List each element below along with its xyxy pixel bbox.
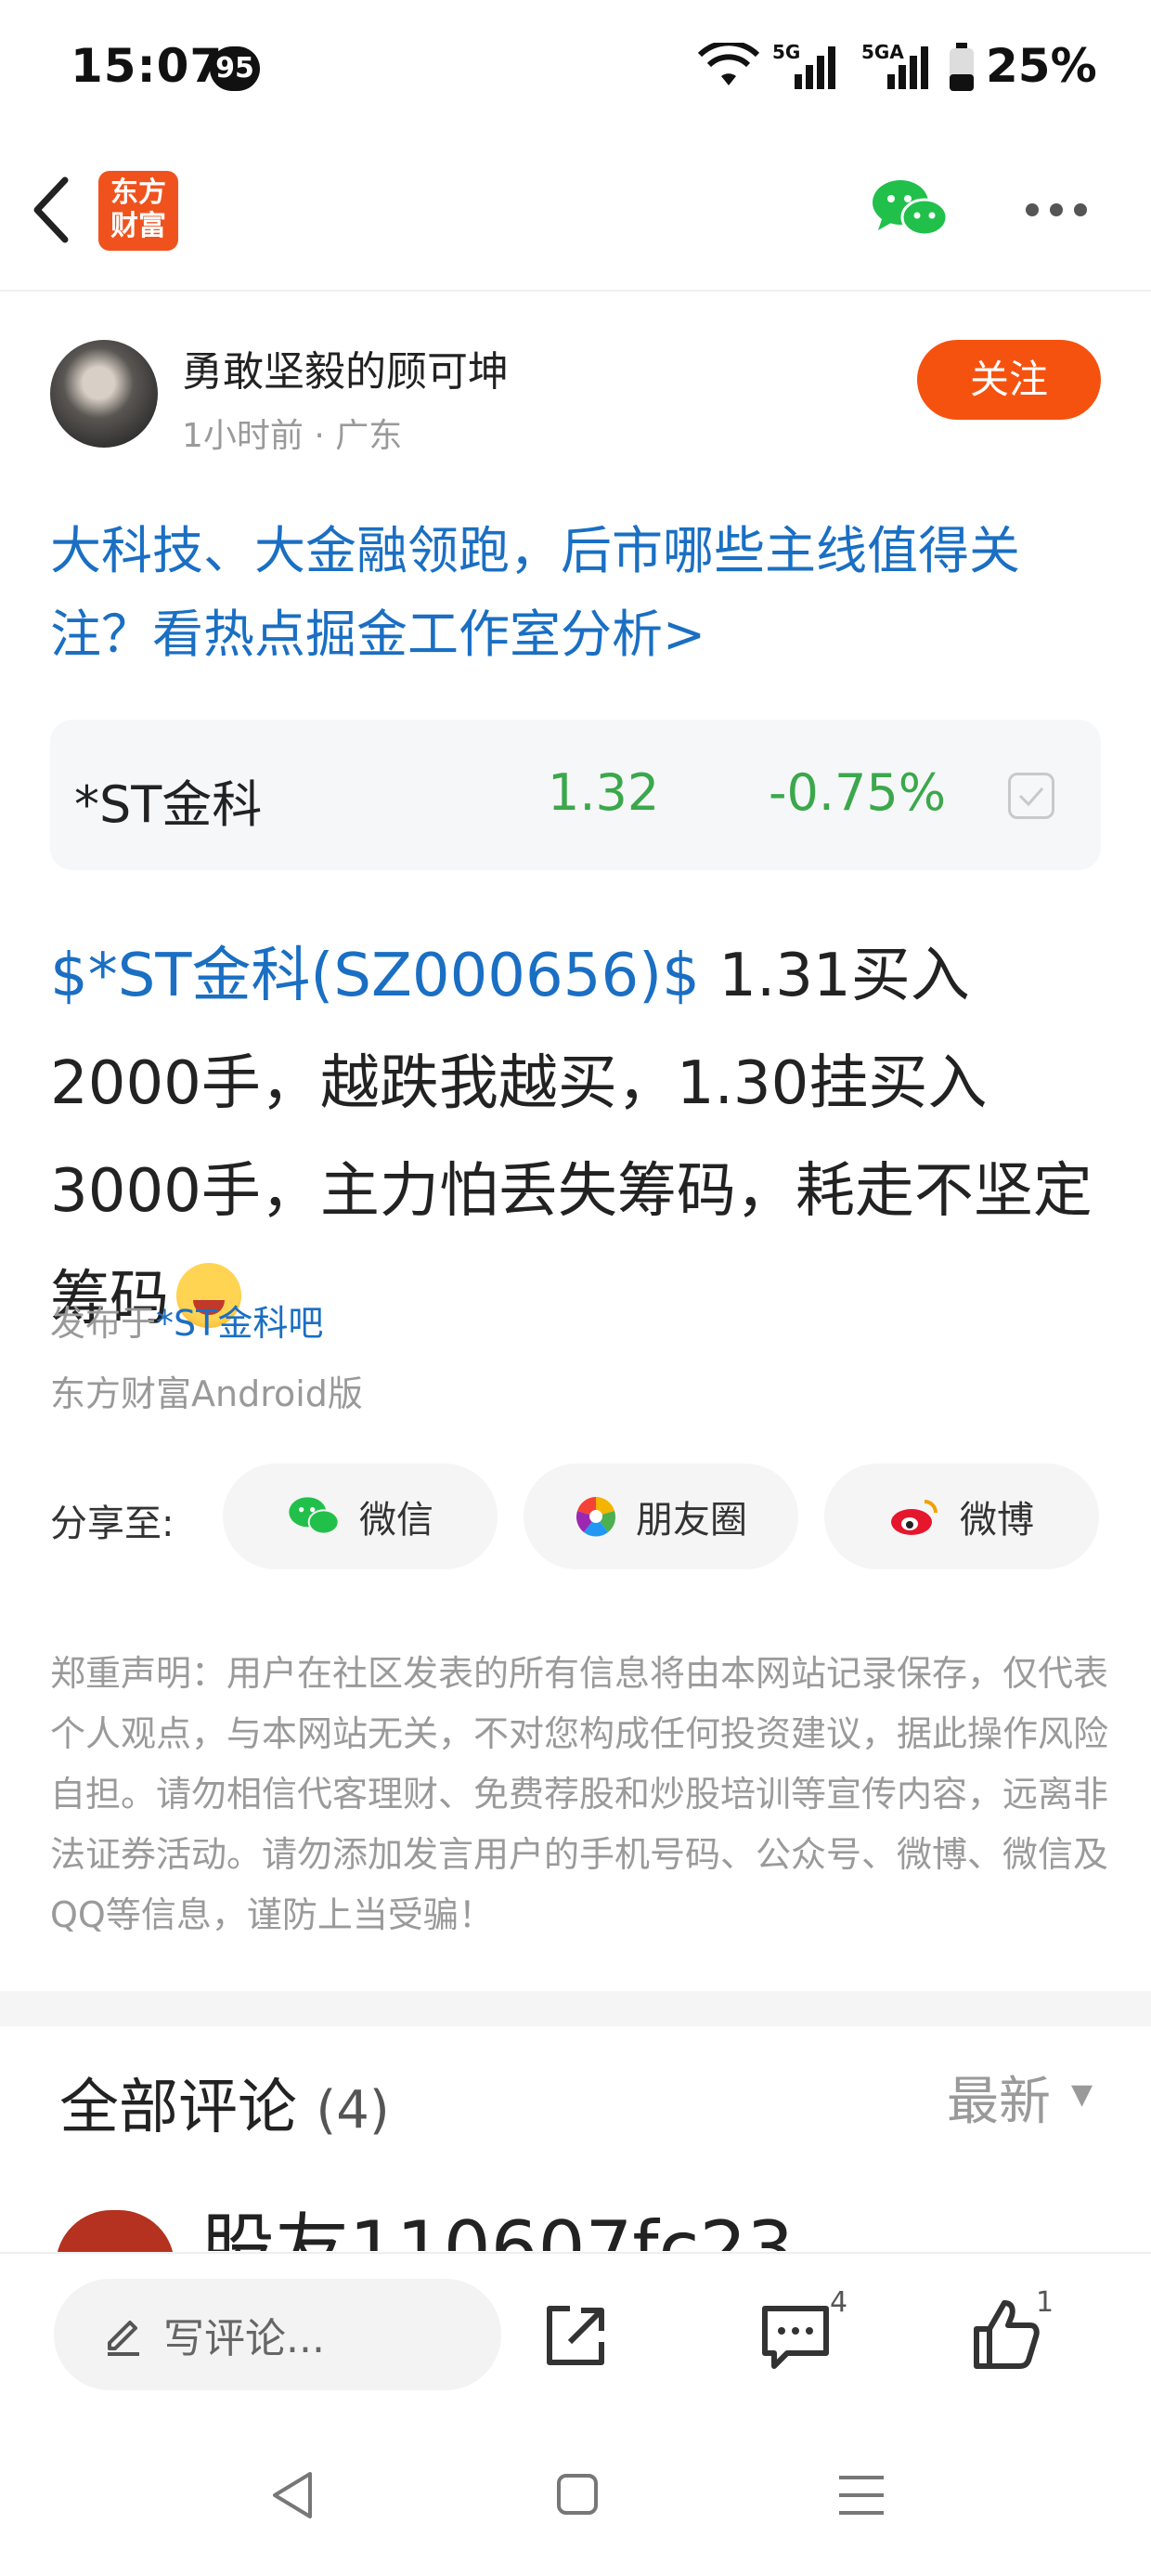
promo-title-link[interactable]: 大科技、大金融领跑，后市哪些主线值得关注？看热点掘金工作室分析> [50, 509, 1108, 676]
logo-line-1: 东方 [110, 176, 166, 209]
more-dots-icon[interactable] [1025, 202, 1088, 217]
stock-bar-link[interactable]: *ST金科吧 [156, 1303, 323, 1344]
commenter-name[interactable]: 股友110607fc23 [200, 2203, 794, 2251]
back-chevron-icon[interactable] [28, 175, 74, 245]
comment-count-badge: 4 [830, 2286, 848, 2319]
published-prefix: 发布于 [50, 1303, 157, 1344]
comment-placeholder: 写评论... [163, 2315, 325, 2362]
battery-percent: 25% [986, 39, 1097, 93]
share-weibo-button[interactable]: 微博 [824, 1464, 1099, 1569]
header-divider [0, 290, 1151, 292]
weibo-icon [891, 1500, 938, 1535]
stock-tag-link[interactable]: $*ST金科(SZ000656)$ [50, 942, 700, 1010]
comments-count: (4) [316, 2080, 390, 2140]
share-moments-label: 朋友圈 [636, 1499, 747, 1542]
status-time: 15:07 [71, 39, 224, 93]
stock-price: 1.32 [548, 763, 660, 822]
signal-icon-1 [795, 46, 835, 89]
share-weibo-label: 微博 [960, 1499, 1034, 1542]
thumbs-up-icon[interactable] [971, 2297, 1041, 2372]
client-version: 东方财富Android版 [50, 1373, 363, 1414]
comments-sort-dropdown[interactable]: 最新 [947, 2060, 1051, 2135]
caret-down-icon[interactable]: ▼ [1071, 2078, 1093, 2111]
comments-header: 全部评论 (4) [59, 2060, 390, 2145]
share-label: 分享至: [50, 1503, 175, 1545]
check-icon [1018, 787, 1044, 807]
published-in: 发布于*ST金科吧 [50, 1295, 323, 1346]
moments-aperture-icon [576, 1497, 616, 1537]
comment-bubble-icon[interactable] [759, 2301, 832, 2372]
logo-line-2: 财富 [110, 210, 166, 242]
pencil-icon [108, 2321, 139, 2356]
stock-name: *ST金科 [74, 775, 263, 834]
wechat-icon[interactable] [871, 178, 949, 240]
nav-recents-icon[interactable] [837, 2474, 886, 2517]
like-count-badge: 1 [1036, 2286, 1054, 2319]
signal-icon-2 [887, 46, 928, 89]
author-avatar[interactable] [50, 340, 158, 448]
stock-change: -0.75% [769, 763, 947, 822]
author-name[interactable]: 勇敢坚毅的顾可坤 [182, 338, 509, 397]
share-wechat-button[interactable]: 微信 [223, 1464, 498, 1569]
share-out-icon[interactable] [542, 2303, 609, 2370]
post-meta: 1小时前 · 广东 [182, 417, 403, 455]
follow-button[interactable]: 关注 [917, 340, 1101, 420]
section-divider [0, 1991, 1151, 2026]
write-comment-input[interactable]: 写评论... [54, 2279, 501, 2390]
notification-count-badge: 95 [210, 46, 260, 91]
battery-icon [950, 43, 974, 91]
nav-back-icon[interactable] [269, 2470, 316, 2520]
disclaimer-text: 郑重声明：用户在社区发表的所有信息将由本网站记录保存，仅代表个人观点，与本网站无… [50, 1653, 1109, 1935]
app-logo: 东方 财富 [98, 171, 178, 251]
wifi-icon [697, 43, 760, 85]
share-moments-button[interactable]: 朋友圈 [524, 1464, 798, 1569]
share-wechat-label: 微信 [359, 1499, 433, 1542]
comments-title: 全部评论 [59, 2074, 297, 2142]
post-body: $*ST金科(SZ000656)$ 1.31买入2000手，越跌我越买，1.30… [50, 922, 1118, 1353]
checkbox-icon[interactable] [1008, 773, 1054, 819]
wechat-icon [289, 1497, 340, 1535]
nav-home-icon[interactable] [555, 2472, 600, 2517]
